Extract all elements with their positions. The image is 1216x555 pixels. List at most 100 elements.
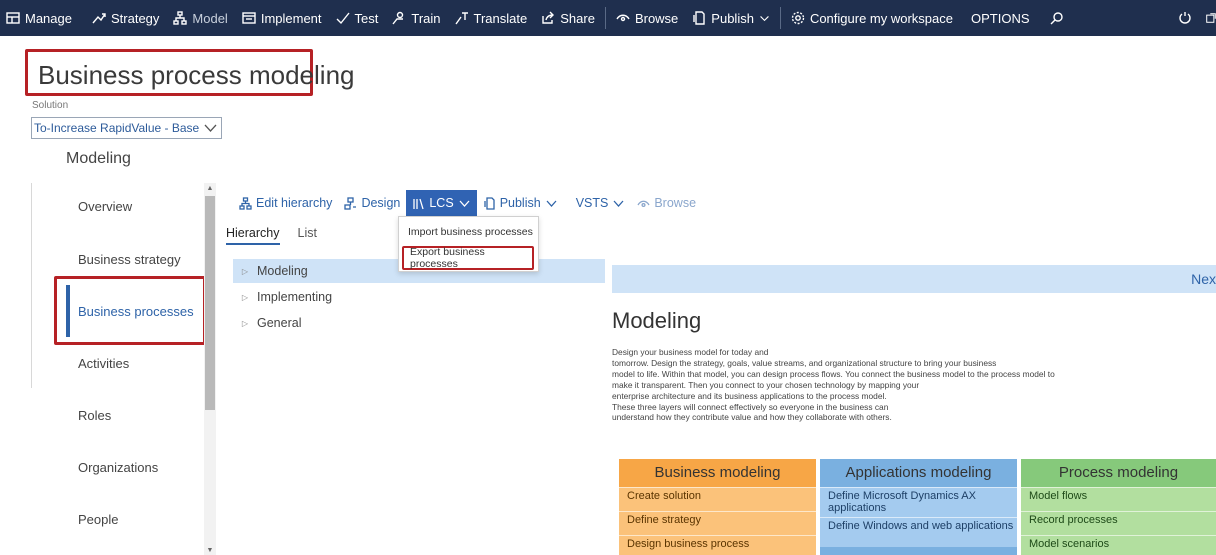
vsts-button[interactable]: VSTS (570, 190, 632, 216)
sidebar-item-activities[interactable]: Activities (64, 337, 206, 389)
nav-separator (779, 7, 781, 29)
card-link-model-flows[interactable]: Model flows (1021, 487, 1216, 511)
sidebar-item-business-strategy[interactable]: Business strategy (64, 233, 206, 285)
popout-button[interactable] (1206, 0, 1216, 36)
design-label: Design (361, 196, 401, 210)
detail-title: Modeling (612, 308, 702, 333)
tab-hierarchy[interactable]: Hierarchy (226, 226, 280, 245)
card-link-create-solution[interactable]: Create solution (619, 487, 816, 511)
nav-browse-label: Browse (634, 10, 679, 26)
section-title: Modeling (66, 150, 131, 167)
eye-icon (637, 200, 650, 207)
card-link-record-processes[interactable]: Record processes (1021, 511, 1216, 535)
expand-arrow-icon[interactable]: ▷ (233, 267, 257, 276)
hierarchy-icon (239, 196, 252, 210)
nav-manage[interactable]: Manage (0, 0, 79, 36)
sidebar-item-roles[interactable]: Roles (64, 389, 206, 441)
business-modeling-card: Business modeling Create solution Define… (619, 459, 816, 555)
card-title: Business modeling (619, 459, 816, 487)
browse-label: Browse (654, 196, 697, 210)
refresh-icon (1179, 12, 1191, 24)
lcs-button[interactable]: LCS (406, 190, 477, 216)
nav-train[interactable]: Train (385, 0, 447, 36)
sidebar-item-label: Organizations (78, 459, 159, 475)
publish-icon (484, 196, 495, 210)
left-rail-divider (31, 183, 32, 388)
card-link-design-business-process[interactable]: Design business process (619, 535, 816, 555)
topbar-right-controls (1178, 0, 1216, 36)
next-link[interactable]: Nex (1191, 271, 1216, 287)
scroll-down-arrow-icon[interactable]: ▼ (206, 547, 214, 555)
applications-modeling-card: Applications modeling Define Microsoft D… (820, 459, 1017, 555)
sidebar-item-business-processes[interactable]: Business processes (64, 285, 206, 337)
toolbar: Edit hierarchy Design LCS Publish VSTS B… (233, 190, 702, 216)
nav-publish-label: Publish (711, 10, 754, 26)
strategy-icon (92, 13, 106, 24)
tab-list[interactable]: List (298, 226, 317, 245)
lcs-dropdown-menu: Import business processes Export busines… (398, 216, 539, 272)
publish-icon (693, 11, 705, 25)
nav-manage-label: Manage (25, 10, 72, 26)
top-navigation-bar: Manage Strategy Model Implement Test Tra… (0, 0, 1216, 36)
nav-train-label: Train (411, 10, 441, 26)
nav-model[interactable]: Model (166, 0, 234, 36)
tree-node-general[interactable]: ▷ General (233, 311, 605, 335)
sidebar-item-people[interactable]: People (64, 493, 206, 545)
card-title: Applications modeling (820, 459, 1017, 487)
detail-description: Design your business model for today and… (612, 347, 1212, 423)
refresh-button[interactable] (1178, 0, 1192, 36)
nav-share[interactable]: Share (534, 0, 602, 36)
nav-implement[interactable]: Implement (235, 0, 329, 36)
nav-test[interactable]: Test (329, 0, 386, 36)
gear-icon (791, 11, 805, 25)
nav-options[interactable]: OPTIONS (964, 0, 1037, 36)
description-line: model to life. Within that model, you ca… (612, 368, 1055, 379)
process-modeling-card: Process modeling Model flows Record proc… (1021, 459, 1216, 555)
menu-item-export-business-processes[interactable]: Export business processes (402, 246, 534, 270)
nav-configure-label: Configure my workspace (809, 10, 953, 26)
edit-hierarchy-button[interactable]: Edit hierarchy (233, 190, 338, 216)
description-line: Design your business model for today and (612, 347, 769, 357)
scroll-up-arrow-icon[interactable]: ▲ (206, 185, 214, 193)
nav-strategy-label: Strategy (110, 10, 160, 26)
share-icon (542, 11, 555, 24)
card-link-model-scenarios[interactable]: Model scenarios (1021, 535, 1216, 555)
tree-node-label: General (257, 316, 302, 330)
card-link-define-strategy[interactable]: Define strategy (619, 511, 816, 535)
browse-button[interactable]: Browse (631, 190, 702, 216)
menu-item-import-business-processes[interactable]: Import business processes (399, 220, 538, 244)
publish-label: Publish (499, 196, 541, 210)
tree-node-implementing[interactable]: ▷ Implementing (233, 285, 605, 309)
expand-arrow-icon[interactable]: ▷ (233, 319, 257, 328)
edit-hierarchy-label: Edit hierarchy (256, 196, 333, 210)
card-title: Process modeling (1021, 459, 1216, 487)
detail-navigation-bar: Nex (612, 265, 1216, 293)
lcs-label: LCS (429, 196, 454, 210)
design-button[interactable]: Design (338, 190, 406, 216)
sidebar-item-organizations[interactable]: Organizations (64, 441, 206, 493)
nav-configure-workspace[interactable]: Configure my workspace (784, 0, 960, 36)
card-link-define-windows-web-applications[interactable]: Define Windows and web applications (820, 517, 1017, 547)
sidebar-scroll-thumb[interactable] (205, 196, 215, 410)
chevron-down-icon (459, 200, 470, 207)
model-icon (173, 11, 188, 25)
nav-publish[interactable]: Publish (685, 0, 777, 36)
description-line: make it transparent. Then you connect to… (612, 379, 920, 390)
publish-button[interactable]: Publish (477, 190, 564, 216)
translate-icon (454, 12, 468, 25)
nav-search[interactable] (1043, 0, 1071, 36)
sidebar-item-overview[interactable]: Overview (64, 180, 206, 232)
nav-browse[interactable]: Browse (609, 0, 685, 36)
chevron-down-icon (546, 200, 557, 207)
nav-options-label: OPTIONS (971, 10, 1030, 26)
card-link-define-dynamics-ax-applications[interactable]: Define Microsoft Dynamics AX application… (820, 487, 1017, 517)
sidebar-item-label: Activities (78, 355, 130, 371)
expand-arrow-icon[interactable]: ▷ (233, 293, 257, 302)
solution-select[interactable]: To-Increase RapidValue - Base (31, 117, 222, 139)
train-icon (392, 11, 404, 25)
sidebar-active-indicator (66, 285, 70, 337)
nav-translate[interactable]: Translate (448, 0, 535, 36)
nav-strategy[interactable]: Strategy (85, 0, 166, 36)
nav-translate-label: Translate (473, 10, 528, 26)
nav-share-label: Share (560, 10, 595, 26)
